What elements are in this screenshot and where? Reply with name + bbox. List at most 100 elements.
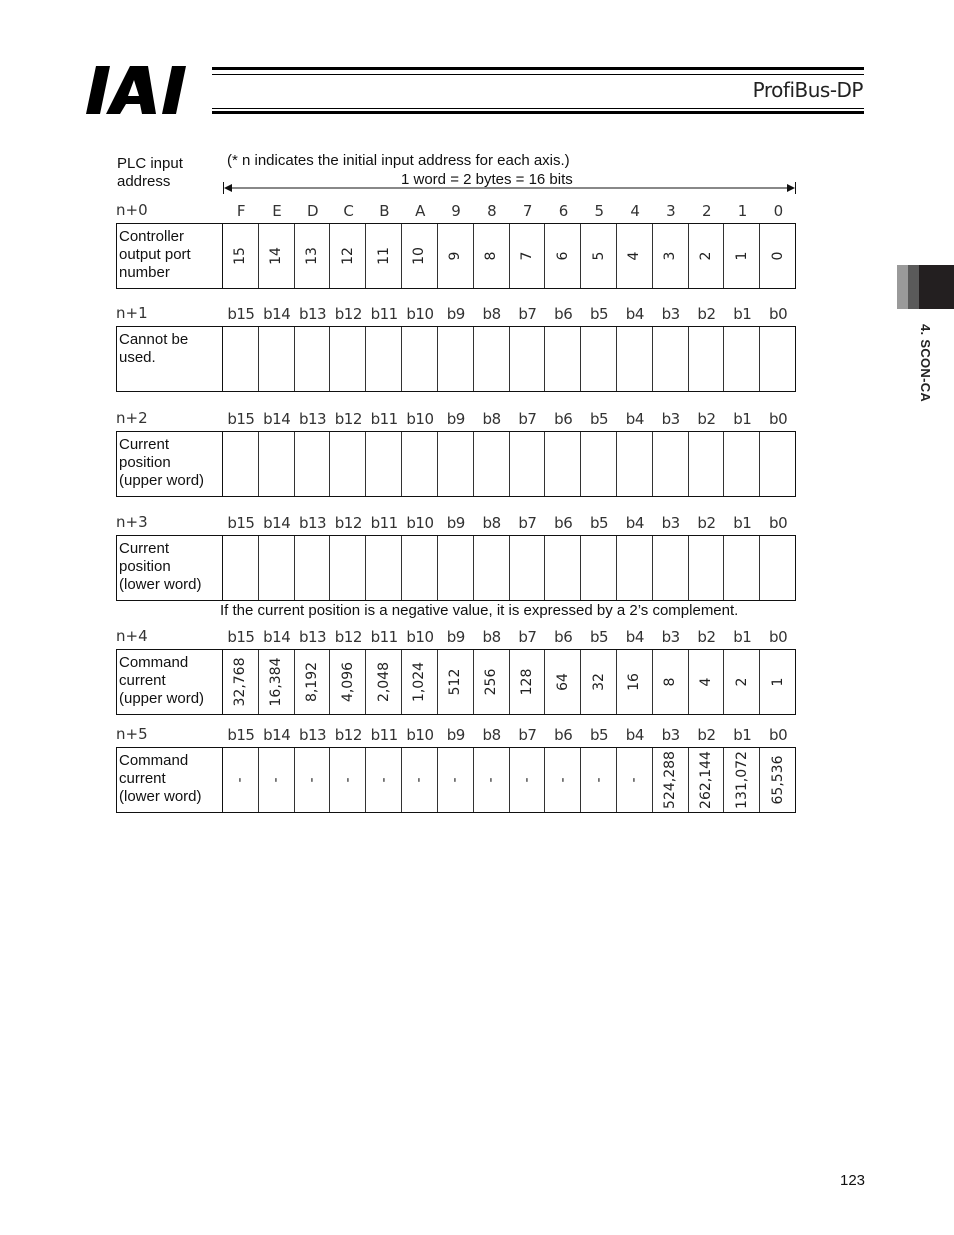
bit-value: 524,288 [662, 751, 679, 809]
bit-cell [223, 327, 259, 391]
bit-value: - [339, 777, 356, 783]
bit-cell: 16 [617, 650, 653, 714]
bit-cell: 2 [689, 224, 725, 288]
bit-label: b0 [769, 410, 788, 428]
bit-label: b15 [227, 726, 255, 744]
bit-cell: 512 [438, 650, 474, 714]
bit-label: b7 [518, 305, 537, 323]
bit-value: - [626, 777, 643, 783]
bit-label: b2 [697, 305, 716, 323]
bit-label: b6 [554, 514, 573, 532]
bit-cell [581, 432, 617, 496]
bit-table: Command current (upper word) 32,768 16,384 8,… [116, 649, 796, 715]
word-description: Controller output port number [117, 224, 223, 288]
bit-cell: 65,536 [760, 748, 795, 812]
bit-label: b10 [406, 514, 434, 532]
word-description: Command current (lower word) [117, 748, 223, 812]
bit-value: 16 [626, 673, 643, 691]
bit-cell: 4,096 [330, 650, 367, 714]
bit-value: 5 [590, 251, 607, 261]
address-note: (* n indicates the initial input address… [227, 152, 570, 169]
bit-cell [653, 536, 689, 600]
bit-label: b1 [733, 410, 752, 428]
bit-cell [689, 536, 725, 600]
bit-cell: 8,192 [295, 650, 331, 714]
bit-cell: 9 [438, 224, 474, 288]
bit-cell [366, 536, 403, 600]
bit-cell [545, 432, 582, 496]
bit-cell [760, 432, 795, 496]
word-description: Command current (upper word) [117, 650, 223, 714]
bit-value: 4 [697, 677, 714, 687]
bit-cell [366, 432, 403, 496]
bit-value: 6 [554, 251, 571, 261]
bit-label: 5 [594, 202, 605, 220]
bit-cell [330, 327, 367, 391]
bit-label: b1 [733, 514, 752, 532]
bit-label: b3 [661, 410, 681, 428]
bit-label: b5 [589, 410, 609, 428]
bit-value: 8 [662, 677, 679, 687]
bit-label: b8 [482, 628, 502, 646]
bit-cell: 13 [295, 224, 331, 288]
bit-label: b4 [625, 410, 645, 428]
bit-label: F [236, 202, 246, 220]
bit-label: b9 [446, 514, 466, 532]
bit-label: 1 [737, 202, 748, 220]
bit-label: b6 [554, 726, 573, 744]
bit-cell: - [366, 748, 403, 812]
bit-label: b10 [406, 628, 434, 646]
bit-table: Command current (lower word) - - - - - - - - - - - - 52… [116, 747, 796, 813]
bit-value: 9 [447, 251, 464, 261]
bit-cell [259, 327, 295, 391]
bit-label: b14 [263, 305, 291, 323]
bit-cell [366, 327, 403, 391]
bit-header-row: n+4 b15 b14 b13 b12 b11 b10 b9 b8 b7 b6 b5 b4 b3 b2 b1 b… [116, 625, 796, 649]
bit-cell [295, 432, 331, 496]
bit-cell [545, 536, 582, 600]
bit-cell: 131,072 [724, 748, 761, 812]
bit-cell: 8 [653, 650, 689, 714]
bit-label: b7 [518, 726, 537, 744]
bit-label: D [307, 202, 319, 220]
bit-value: 14 [268, 247, 285, 265]
bit-cell: 3 [653, 224, 689, 288]
bit-value: - [268, 777, 285, 783]
bit-cell [724, 327, 761, 391]
bit-cell [510, 432, 546, 496]
word-block: n+4 b15 b14 b13 b12 b11 b10 b9 b8 b7 b6 b5 b4 b3 b2 b1 b… [116, 625, 796, 715]
bit-label: b3 [661, 726, 681, 744]
bit-table: Current position (upper word) [116, 431, 796, 497]
bit-value: - [447, 777, 464, 783]
bit-label: 2 [701, 202, 712, 220]
bit-label: 8 [487, 202, 497, 220]
word-block: n+3 b15 b14 b13 b12 b11 b10 b9 b8 b7 b6 b5 b4 b3 b2 b1 b… [116, 511, 796, 601]
bit-value: - [518, 777, 535, 783]
bit-label: b4 [625, 514, 645, 532]
bit-cell [474, 432, 510, 496]
word-block: n+0 F E D C B A 9 8 7 6 5 4 3 2 1 0 Controller output port… [116, 199, 796, 289]
bit-label: b13 [298, 305, 327, 323]
header-title: ProfiBus-DP [752, 78, 864, 102]
bit-value: 1 [769, 677, 786, 687]
bit-label: b4 [625, 726, 645, 744]
bit-label: 6 [558, 202, 569, 220]
plc-address: n+5 [116, 725, 148, 743]
bit-cell [510, 536, 546, 600]
bit-table: Cannot be used. [116, 326, 796, 392]
bit-value: 2,048 [375, 661, 392, 703]
word-description: Cannot be used. [117, 327, 223, 391]
bit-value: 32 [590, 673, 607, 691]
bit-cell [295, 536, 331, 600]
bit-value: - [232, 777, 249, 783]
word-span-arrow [223, 182, 796, 194]
bit-cell: - [402, 748, 438, 812]
bit-cell [259, 432, 295, 496]
bit-header-row: n+0 F E D C B A 9 8 7 6 5 4 3 2 1 0 [116, 199, 796, 223]
bit-cell: 12 [330, 224, 367, 288]
bit-label: A [415, 202, 425, 220]
bit-label: b6 [554, 410, 573, 428]
bit-label: b7 [518, 628, 537, 646]
bit-label: b7 [518, 410, 537, 428]
bit-cell [724, 432, 761, 496]
